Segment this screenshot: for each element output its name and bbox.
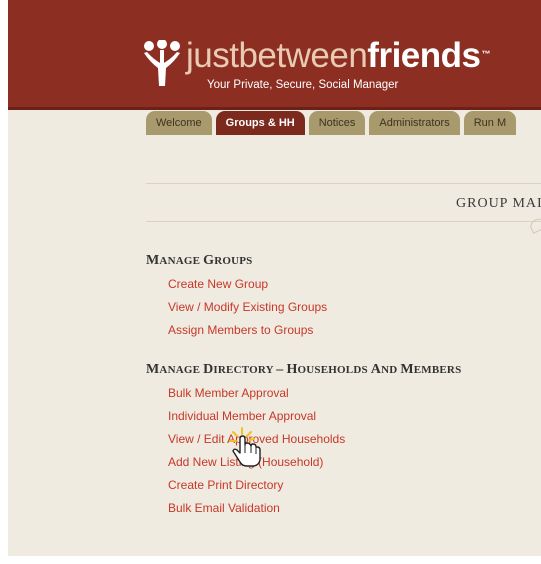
manage-groups-links: Create New Group View / Modify Existing … [168,276,327,345]
brand-name[interactable]: justbetweenfriends™ [186,36,490,76]
tab-notices[interactable]: Notices [308,111,366,135]
list-item: Assign Members to Groups [168,322,327,345]
list-item: View / Edit Approved Households [168,431,345,454]
link-view-modify-groups[interactable]: View / Modify Existing Groups [168,300,327,314]
trademark-symbol: ™ [481,49,491,59]
link-bulk-email-validation[interactable]: Bulk Email Validation [168,501,280,515]
list-item: View / Modify Existing Groups [168,299,327,322]
divider-top [146,183,541,184]
manage-directory-links: Bulk Member Approval Individual Member A… [168,385,345,523]
list-item: Bulk Member Approval [168,385,345,408]
main-tab-bar: Welcome Groups & HH Notices Administrato… [146,111,517,135]
brand-name-part: between [238,36,368,75]
tab-groups-hh[interactable]: Groups & HH [215,111,305,135]
site-header: justbetweenfriends™ Your Private, Secure… [8,0,541,110]
list-item: Add New Listing (Household) [168,454,345,477]
tab-welcome[interactable]: Welcome [146,111,212,135]
brand-name-part: friends [367,36,481,75]
list-item: Individual Member Approval [168,408,345,431]
link-add-new-listing[interactable]: Add New Listing (Household) [168,455,323,469]
page-title-text: GROUP MAI [456,196,541,211]
page-title: GROUP MAI [456,195,541,212]
manage-groups-heading: MANAGE GROUPS [146,253,253,268]
brand-name-part: just [186,36,239,75]
link-individual-member-approval[interactable]: Individual Member Approval [168,409,316,423]
link-create-new-group[interactable]: Create New Group [168,277,268,291]
list-item: Create Print Directory [168,477,345,500]
tab-run-m[interactable]: Run M [463,111,517,135]
link-view-edit-households[interactable]: View / Edit Approved Households [168,432,345,446]
three-people-figures-icon [144,40,180,86]
list-item: Create New Group [168,276,327,299]
brand-tagline: Your Private, Secure, Social Manager [207,79,399,91]
link-assign-members[interactable]: Assign Members to Groups [168,323,313,337]
link-create-print-directory[interactable]: Create Print Directory [168,478,283,492]
manage-directory-heading: MANAGE DIRECTORY – HOUSEHOLDS AND MEMBER… [146,362,462,377]
page: justbetweenfriends™ Your Private, Secure… [8,0,541,556]
flourish-ornament [528,216,541,234]
link-bulk-member-approval[interactable]: Bulk Member Approval [168,386,289,400]
list-item: Bulk Email Validation [168,500,345,523]
tab-administrators[interactable]: Administrators [369,111,460,135]
divider-bottom [146,221,541,222]
